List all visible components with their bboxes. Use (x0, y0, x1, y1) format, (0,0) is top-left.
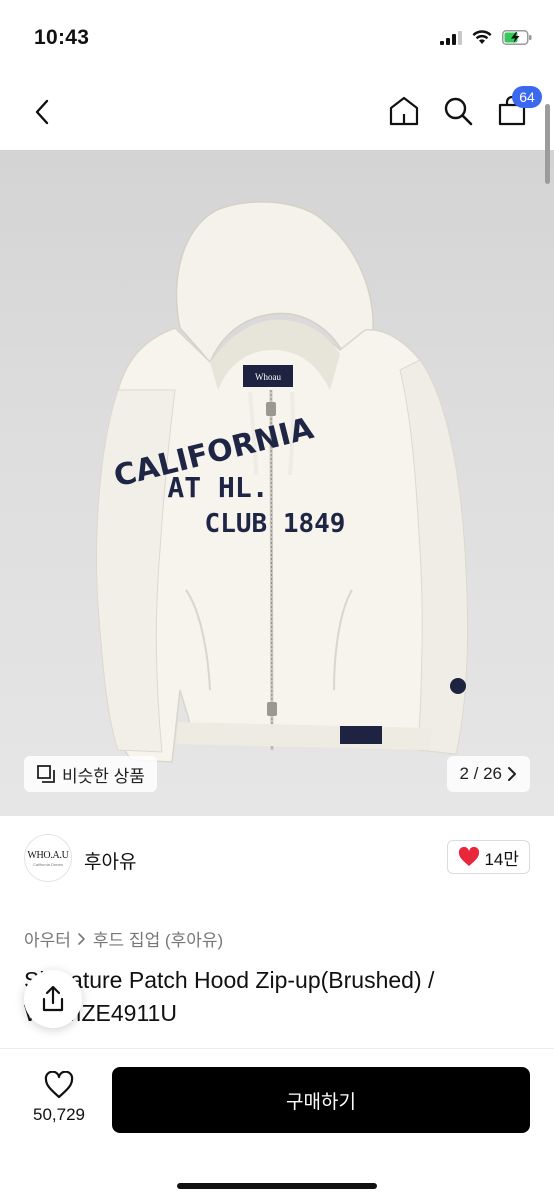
brand-like-count: 14만 (484, 849, 519, 869)
share-button[interactable] (24, 970, 82, 1028)
share-icon (42, 985, 64, 1012)
battery-charging-icon (502, 30, 532, 45)
hoodie-image: Whoau CALIFORNIA AT HL. CLUB 1849 (96, 201, 469, 763)
breadcrumb-item-hood-zipup[interactable]: 후드 집업 (후아유) (93, 926, 223, 951)
brand-logo-sub: California Dream (32, 861, 63, 867)
status-time: 10:43 (34, 26, 90, 49)
wishlist-button[interactable]: 50,729 (26, 1071, 92, 1125)
cart-count-badge: 64 (512, 86, 542, 108)
chevron-right-icon (78, 932, 85, 945)
brand-logo-text: WHO.A.U (27, 849, 69, 861)
status-bar: 10:43 (0, 0, 554, 80)
back-icon (35, 99, 49, 125)
chevron-right-icon (508, 767, 516, 781)
cart-button[interactable]: 64 (494, 86, 542, 130)
similar-products-label: 비슷한 상품 (62, 766, 145, 786)
heart-outline-icon (44, 1071, 74, 1099)
svg-text:Whoau: Whoau (255, 372, 281, 382)
bottom-purchase-bar: 50,729 구매하기 (0, 1048, 554, 1200)
signal-icon (440, 30, 462, 45)
back-button[interactable] (24, 94, 60, 130)
status-icons (440, 30, 532, 45)
brand-row: WHO.A.U California Dream 후아유 14만 (0, 816, 554, 904)
buy-button[interactable]: 구매하기 (112, 1067, 530, 1133)
brand-name[interactable]: 후아유 (84, 847, 136, 874)
similar-products-button[interactable]: 비슷한 상품 (24, 756, 157, 792)
patch-text-bottom: CLUB 1849 (205, 509, 346, 539)
nav-actions: 64 (386, 86, 542, 130)
home-button[interactable] (386, 92, 422, 130)
search-icon (444, 97, 473, 126)
heart-filled-icon (459, 847, 480, 866)
brand-logo[interactable]: WHO.A.U California Dream (24, 834, 72, 882)
top-nav-bar: 64 (0, 80, 554, 150)
patch-text-middle: AT HL. (167, 471, 268, 504)
page-scrollbar[interactable] (545, 104, 550, 184)
wifi-icon (472, 30, 492, 44)
home-indicator (177, 1183, 377, 1189)
page-counter-text: 2 / 26 (459, 764, 502, 783)
breadcrumb: 아우터 후드 집업 (후아유) (24, 926, 223, 951)
product-title: Signature Patch Hood Zip-up(Brushed) / W… (24, 967, 435, 1026)
breadcrumb-item-outer[interactable]: 아우터 (24, 926, 71, 951)
image-page-counter[interactable]: 2 / 26 (447, 756, 530, 792)
wishlist-count: 50,729 (33, 1105, 85, 1124)
product-image-gallery[interactable]: Whoau CALIFORNIA AT HL. CLUB 1849 비슷한 상품… (0, 150, 554, 816)
search-button[interactable] (440, 92, 476, 130)
home-icon (389, 96, 419, 126)
brand-like-button[interactable]: 14만 (447, 840, 530, 874)
similar-products-icon (37, 765, 55, 783)
